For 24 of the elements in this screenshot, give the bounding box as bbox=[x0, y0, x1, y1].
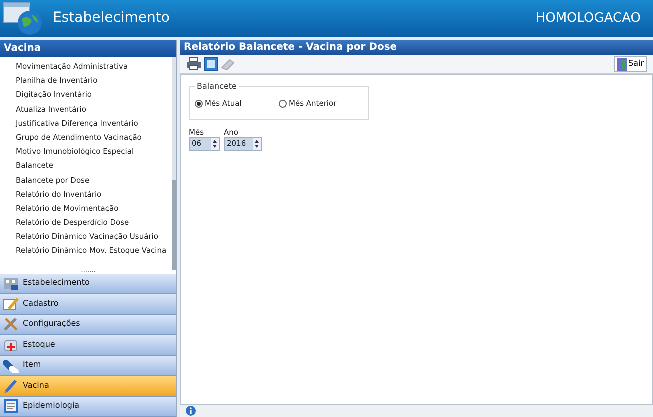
preview-icon[interactable] bbox=[204, 57, 218, 71]
module-tab[interactable]: Item bbox=[0, 356, 176, 376]
sidebar-title: Vacina bbox=[0, 40, 176, 57]
module-tab[interactable]: Configurações bbox=[0, 314, 176, 335]
radio-button[interactable] bbox=[279, 100, 287, 108]
scrollbar[interactable] bbox=[172, 57, 176, 268]
printer-icon[interactable] bbox=[186, 57, 202, 71]
pencil-icon bbox=[3, 296, 19, 312]
environment-label: HOMOLOGACAO bbox=[536, 10, 641, 28]
module-tab[interactable]: Cadastro bbox=[0, 294, 176, 314]
module-tab[interactable]: Estabelecimento bbox=[0, 274, 176, 294]
document-icon bbox=[3, 398, 19, 414]
spinner-arrows-icon[interactable] bbox=[253, 138, 261, 150]
radio-button[interactable] bbox=[195, 100, 203, 108]
tools-icon bbox=[3, 316, 19, 332]
exit-button[interactable]: Sair bbox=[614, 56, 647, 72]
module-tab[interactable]: Estoque bbox=[0, 335, 176, 356]
panel-title: Relatório Balancete - Vacina por Dose bbox=[180, 40, 653, 55]
door-icon bbox=[616, 58, 626, 70]
app-title: Estabelecimento bbox=[53, 9, 170, 28]
module-tab[interactable]: Epidemiologia bbox=[0, 396, 176, 417]
spinner-arrows-icon[interactable] bbox=[211, 138, 219, 150]
pill-icon bbox=[3, 357, 19, 374]
module-tab[interactable]: Vacina bbox=[0, 376, 176, 396]
